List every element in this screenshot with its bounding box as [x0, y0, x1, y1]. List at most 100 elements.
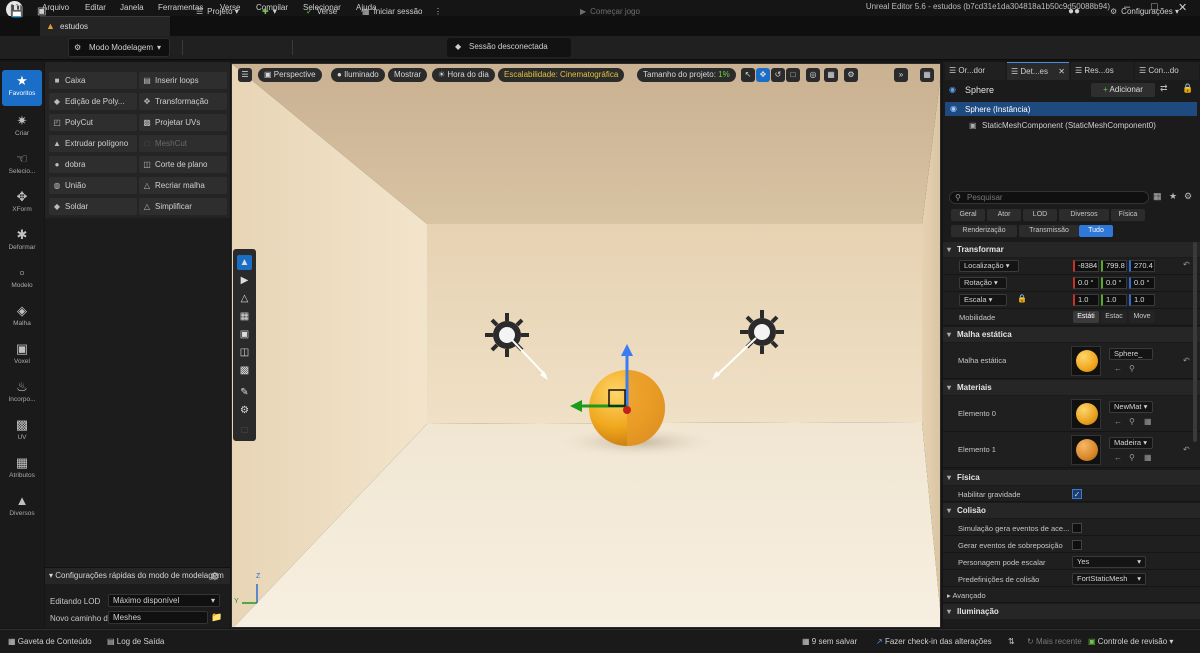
category-lighting[interactable]: Iluminação — [943, 604, 1200, 619]
verse-button[interactable]: ✓ Verse — [306, 4, 337, 20]
category-xform[interactable]: ✥ XForm — [2, 186, 42, 222]
mode-dropdown[interactable]: ⚙ Modo Modelagem ▾ — [68, 38, 170, 57]
viewport-menu-icon[interactable]: ☰ — [238, 68, 252, 82]
tab-outliner[interactable]: ☰ Or...dor — [945, 62, 1005, 80]
close-icon[interactable]: ✕ — [1178, 1, 1187, 14]
blueprint-icon[interactable]: ⇄ — [1160, 83, 1168, 94]
collision-checkbox[interactable] — [1072, 540, 1082, 550]
expand-toolbar-icon[interactable]: » — [894, 68, 908, 82]
edge-tool-icon[interactable]: ▩ — [237, 363, 252, 378]
tool-edicao-poly[interactable]: ◆ Edição de Poly... — [49, 93, 137, 110]
category-diversos[interactable]: ▲ Diversos — [2, 490, 42, 526]
tool-extrudar-poligono[interactable]: ▲ Extrudar polígono — [49, 135, 137, 152]
tool-simplificar[interactable]: △ Simplificar — [139, 198, 227, 215]
folder-icon[interactable]: 📁 — [211, 612, 222, 623]
location-dropdown[interactable]: Localização ▾ — [959, 260, 1019, 272]
mobility-stationary[interactable]: Estac — [1101, 311, 1127, 323]
show-button[interactable]: Mostrar — [388, 68, 428, 82]
location-y[interactable]: 799.8 — [1101, 260, 1127, 272]
scale-dropdown[interactable]: Escala ▾ — [959, 294, 1007, 306]
category-incorpo[interactable]: ♨ Incorpo... — [2, 376, 42, 412]
search-input[interactable]: ⚲ Pesquisar — [949, 191, 1149, 204]
recent-button[interactable]: ↻ Mais recente — [1027, 637, 1082, 646]
menu-janela[interactable]: Janela — [120, 3, 144, 12]
actor-name[interactable]: Sphere — [965, 85, 994, 95]
lit-button[interactable]: ● Iluminado — [331, 68, 385, 82]
pointer-tool-icon[interactable]: ▶ — [237, 273, 252, 288]
time-of-day-button[interactable]: ☀ Hora do dia — [432, 68, 495, 82]
category-static-mesh[interactable]: Malha estática — [943, 327, 1200, 342]
rotation-z[interactable]: 0.0 ° — [1129, 277, 1155, 289]
tool-dobra[interactable]: ● dobra — [49, 156, 137, 173]
filter-renderizacao[interactable]: Renderização — [951, 225, 1017, 237]
translate-icon[interactable]: ✥ — [756, 68, 770, 82]
filter-lod[interactable]: LOD — [1023, 209, 1057, 221]
category-transform[interactable]: Transformar — [943, 242, 1200, 257]
brush-tool-icon[interactable]: ✎ — [237, 385, 252, 400]
filter-ator[interactable]: Ator — [987, 209, 1021, 221]
tab-resources[interactable]: ☰ Res...os — [1071, 62, 1133, 80]
material-thumbnail[interactable] — [1071, 399, 1101, 429]
revision-control-button[interactable]: ▣ Controle de revisão ▾ — [1088, 637, 1173, 646]
lod-dropdown[interactable]: Máximo disponível ▾ — [108, 594, 220, 607]
reset-icon[interactable]: ↶ — [1183, 260, 1190, 269]
scale-lock-icon[interactable]: 🔒 — [1017, 294, 1027, 303]
material-thumbnail[interactable] — [1071, 435, 1101, 465]
tool-meshcut[interactable]: □ MeshCut — [139, 135, 227, 152]
lock-icon[interactable]: 🔒 — [1182, 83, 1193, 94]
unsaved-button[interactable]: ▦ 9 sem salvar — [802, 637, 857, 646]
tree-item-root[interactable]: ◉ Sphere (Instância) — [945, 102, 1197, 116]
output-log-button[interactable]: ▤ Log de Saída — [107, 637, 164, 646]
scalability-badge[interactable]: Escalabilidade: Cinematográfica — [498, 68, 625, 82]
face-tool-icon[interactable]: ◫ — [237, 345, 252, 360]
lasso-tool-icon[interactable]: △ — [237, 291, 252, 306]
rotation-y[interactable]: 0.0 ° — [1101, 277, 1127, 289]
perspective-button[interactable]: ▣ Perspective — [258, 68, 322, 82]
tool-corte-de-plano[interactable]: ◫ Corte de plano — [139, 156, 227, 173]
category-modelo[interactable]: ▫ Modelo — [2, 262, 42, 298]
category-physics[interactable]: Física — [943, 470, 1200, 485]
use-selected-icon[interactable]: ← — [1114, 417, 1122, 426]
settings-icon[interactable]: ⚙ — [1184, 191, 1192, 202]
level-viewport[interactable]: Z Y ☰ ▣ Perspective ● Iluminado Mostrar … — [231, 63, 941, 628]
category-uv[interactable]: ▩ UV — [2, 414, 42, 450]
static-mesh-thumbnail[interactable] — [1071, 346, 1101, 376]
filter-fisica[interactable]: Física — [1111, 209, 1145, 221]
tool-soldar[interactable]: ◆ Soldar — [49, 198, 137, 215]
category-atributos[interactable]: ▦ Atributos — [2, 452, 42, 488]
filter-diversos[interactable]: Diversos — [1059, 209, 1109, 221]
tool-transformacao[interactable]: ✥ Transformação — [139, 93, 227, 110]
browse-icon[interactable]: ⚲ — [1129, 417, 1135, 426]
scale-x[interactable]: 1.0 — [1073, 294, 1099, 306]
details-scrollbar[interactable] — [1193, 242, 1197, 442]
tree-item-child[interactable]: StaticMeshComponent (StaticMeshComponent… — [982, 121, 1156, 130]
location-x[interactable]: -8384 — [1073, 260, 1099, 272]
tab-close-icon[interactable]: ✕ — [1058, 63, 1065, 80]
grid-snap-icon[interactable]: ▦ — [824, 68, 838, 82]
content-drawer-button[interactable]: ▦ Gaveta de Conteúdo — [8, 637, 92, 646]
add-content-button[interactable]: ✚ ▾ — [262, 4, 277, 20]
tool-inserir-loops[interactable]: ▤ Inserir loops — [139, 72, 227, 89]
filter-transmissao[interactable]: Transmissão — [1019, 225, 1079, 237]
category-voxel[interactable]: ▣ Voxel — [2, 338, 42, 374]
scale-y[interactable]: 1.0 — [1101, 294, 1127, 306]
material-dropdown[interactable]: NewMat ▾ — [1109, 401, 1153, 413]
gravity-checkbox[interactable]: ✓ — [1072, 489, 1082, 499]
category-criar[interactable]: ✷ Criar — [2, 110, 42, 146]
world-icon[interactable]: ◎ — [806, 68, 820, 82]
source-control-icon[interactable]: ▣ — [37, 4, 46, 20]
tool-projetar-uvs[interactable]: ▩ Projetar UVs — [139, 114, 227, 131]
checkin-button[interactable]: ↗ Fazer check-in das alterações — [876, 637, 992, 646]
table-view-icon[interactable]: ▦ — [1153, 191, 1162, 202]
tab-estudos[interactable]: ▲ estudos — [40, 16, 170, 36]
camera-speed-icon[interactable]: ⚙ — [844, 68, 858, 82]
rotation-x[interactable]: 0.0 ° — [1073, 277, 1099, 289]
configuracoes-button[interactable]: ⚙ Configurações ▾ — [1110, 4, 1179, 20]
use-selected-icon[interactable]: ← — [1114, 453, 1122, 462]
tab-details[interactable]: ☰ Det...es ✕ — [1007, 62, 1069, 80]
static-mesh-dropdown[interactable]: Sphere_ — [1109, 348, 1153, 360]
projeto-button[interactable]: ☰ Projeto ▾ — [196, 4, 239, 20]
select-mode-icon[interactable]: ↖ — [741, 68, 755, 82]
menu-editar[interactable]: Editar — [85, 3, 106, 12]
material-dropdown[interactable]: Madeira ▾ — [1109, 437, 1153, 449]
